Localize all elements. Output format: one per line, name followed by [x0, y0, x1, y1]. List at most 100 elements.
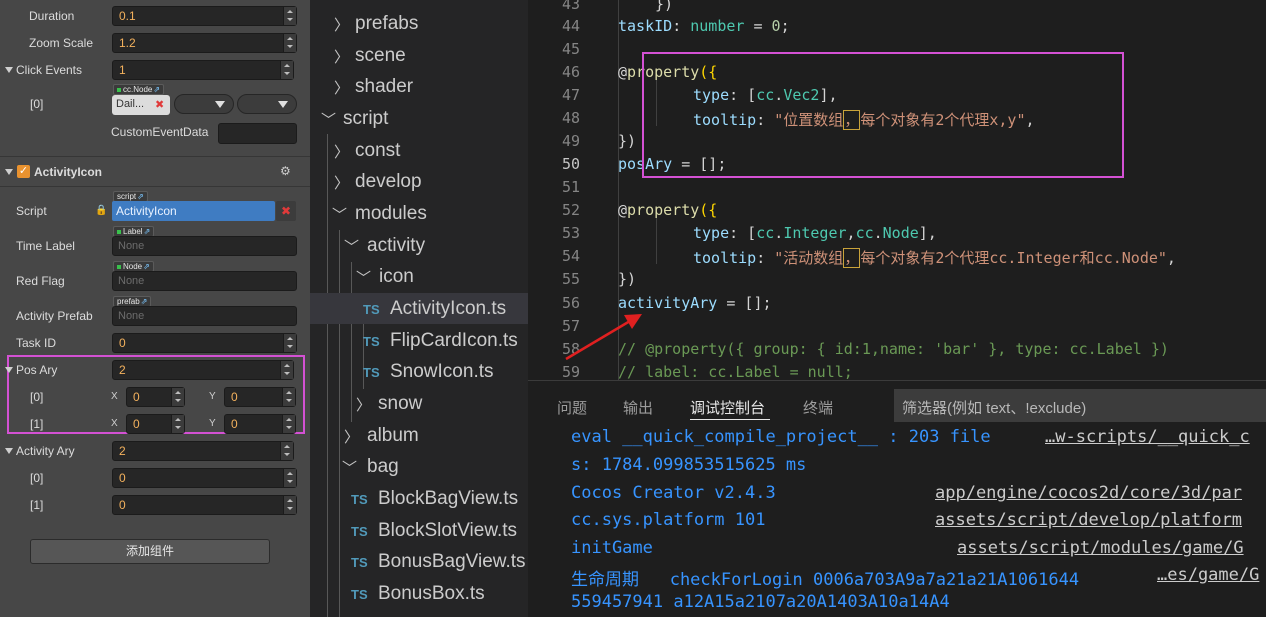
- tree-item-develop[interactable]: 〉 develop: [310, 166, 528, 197]
- pos-1-x-stepper[interactable]: [171, 415, 184, 433]
- pos-0-x-stepper[interactable]: [171, 388, 184, 406]
- time-label-field[interactable]: None: [112, 236, 297, 256]
- tree-item-scene[interactable]: 〉 scene: [310, 40, 528, 71]
- activity-ary-0-stepper[interactable]: [283, 469, 296, 487]
- tree-label: BonusBox.ts: [378, 583, 485, 604]
- tree-item-flipcardicon-ts[interactable]: TS FlipCardIcon.ts: [310, 325, 528, 356]
- indent-guide: [656, 218, 657, 264]
- pos-ary-stepper[interactable]: [280, 361, 293, 379]
- tree-item-prefabs[interactable]: 〉 prefabs: [310, 8, 528, 39]
- console-source-link[interactable]: …w-scripts/__quick_c: [1045, 427, 1250, 447]
- component-settings-gear-icon[interactable]: ⚙: [280, 164, 291, 178]
- red-flag-label: Red Flag: [16, 274, 65, 288]
- cc-node-tag-text: cc.Node: [123, 85, 153, 94]
- divider: [0, 186, 310, 187]
- console-source-link[interactable]: …es/game/G: [1157, 565, 1259, 585]
- tab-terminal[interactable]: 终端: [803, 397, 833, 418]
- pos-ary-expand-icon[interactable]: [5, 367, 13, 373]
- activity-prefab-placeholder: None: [118, 310, 145, 322]
- line-number: 55: [561, 270, 580, 288]
- console-source-link[interactable]: app/engine/cocos2d/core/3d/par: [935, 483, 1242, 503]
- tree-item-script[interactable]: ﹀ script: [310, 103, 528, 134]
- click-events-value: 1: [119, 63, 126, 77]
- remove-target-icon[interactable]: ✖: [155, 98, 164, 111]
- tree-item-icon[interactable]: ﹀ icon: [310, 261, 528, 292]
- annotation-highlight-box: [642, 52, 1124, 178]
- custom-event-data-input[interactable]: [218, 123, 297, 144]
- tree-item-shader[interactable]: 〉 shader: [310, 71, 528, 102]
- line-number: 48: [561, 109, 580, 127]
- tree-item-activityicon-ts[interactable]: TS ActivityIcon.ts: [310, 293, 528, 324]
- tree-item-bag[interactable]: ﹀ bag: [310, 451, 528, 482]
- zoom-scale-stepper[interactable]: [283, 34, 296, 52]
- tree-item-snowicon-ts[interactable]: TS SnowIcon.ts: [310, 356, 528, 387]
- tree-label: modules: [355, 203, 427, 224]
- tree-label: SnowIcon.ts: [390, 361, 494, 382]
- activity-ary-value: 2: [119, 444, 126, 458]
- activity-ary-expand-icon[interactable]: [5, 448, 13, 454]
- script-asset-field[interactable]: ActivityIcon: [112, 201, 275, 221]
- component-collapse-icon[interactable]: [5, 169, 13, 175]
- tree-item-activity[interactable]: ﹀ activity: [310, 230, 528, 261]
- tree-item-blockslotview-ts[interactable]: TS BlockSlotView.ts: [310, 515, 528, 546]
- prefab-tag-text: prefab: [117, 297, 140, 306]
- pos-1-y-input[interactable]: 0: [224, 414, 296, 434]
- component-dropdown[interactable]: [174, 94, 234, 114]
- bottom-panel: 问题 输出 调试控制台 终端 筛选器(例如 text、!exclude) eva…: [528, 380, 1266, 617]
- duration-stepper[interactable]: [283, 7, 296, 25]
- red-flag-field[interactable]: None: [112, 271, 297, 291]
- line-number: 51: [561, 178, 580, 196]
- tree-item-album[interactable]: 〉 album: [310, 420, 528, 451]
- pos-1-y-stepper[interactable]: [282, 415, 295, 433]
- tree-item-snow[interactable]: 〉 snow: [310, 388, 528, 419]
- handler-dropdown[interactable]: [237, 94, 297, 114]
- tree-item-bonusbox-ts[interactable]: TS BonusBox.ts: [310, 578, 528, 609]
- remove-script-button[interactable]: ✖: [276, 201, 296, 221]
- activity-ary-size-input[interactable]: 2: [112, 441, 294, 461]
- click-event-target-field[interactable]: Dail... ✖: [112, 95, 170, 115]
- console-line: eval __quick_compile_project__ : 203 fil…: [571, 427, 991, 447]
- task-id-stepper[interactable]: [283, 334, 296, 352]
- typescript-file-icon: TS: [351, 524, 368, 539]
- script-label: Script: [16, 204, 47, 218]
- console-source-link[interactable]: assets/script/modules/game/G: [957, 538, 1244, 558]
- component-enable-checkbox[interactable]: ✓: [17, 165, 30, 178]
- time-label-label: Time Label: [16, 239, 75, 253]
- click-events-expand-icon[interactable]: [5, 67, 13, 73]
- activity-ary-0-input[interactable]: 0: [112, 468, 297, 488]
- console-source-link[interactable]: assets/script/develop/platform: [935, 510, 1242, 530]
- line-number: 53: [561, 224, 580, 242]
- activity-prefab-field[interactable]: None: [112, 306, 297, 326]
- tree-item-modules[interactable]: ﹀ modules: [310, 198, 528, 229]
- activity-ary-1-input[interactable]: 0: [112, 495, 297, 515]
- zoom-scale-input[interactable]: 1.2: [112, 33, 297, 53]
- pos-0-x-input[interactable]: 0: [126, 387, 185, 407]
- tree-label: prefabs: [355, 13, 419, 34]
- code-editor[interactable]: 43 }) 44 taskID: number = 0; 45 46 @prop…: [528, 0, 1266, 380]
- click-events-stepper[interactable]: [280, 61, 293, 79]
- pos-ary-size-input[interactable]: 2: [112, 360, 294, 380]
- add-component-button[interactable]: 添加组件: [30, 539, 270, 564]
- task-id-input[interactable]: 0: [112, 333, 297, 353]
- activity-ary-1-stepper[interactable]: [283, 496, 296, 514]
- filter-placeholder: 筛选器(例如 text、!exclude): [902, 400, 1087, 417]
- time-label-placeholder: None: [118, 240, 145, 252]
- tree-item-const[interactable]: 〉 const: [310, 135, 528, 166]
- tab-output[interactable]: 输出: [623, 397, 653, 418]
- tab-problems[interactable]: 问题: [557, 397, 587, 418]
- console-filter-input[interactable]: 筛选器(例如 text、!exclude): [894, 389, 1266, 422]
- duration-input[interactable]: 0.1: [112, 6, 297, 26]
- activity-ary-stepper[interactable]: [280, 442, 293, 460]
- click-events-count-input[interactable]: 1: [112, 60, 294, 80]
- pos-0-y-stepper[interactable]: [282, 388, 295, 406]
- pos-1-x-input[interactable]: 0: [126, 414, 185, 434]
- tree-item-bonusbagview-ts[interactable]: TS BonusBagView.ts: [310, 546, 528, 577]
- tab-debug-console[interactable]: 调试控制台: [690, 397, 765, 418]
- console-line: s: 1784.099853515625 ms: [571, 455, 807, 475]
- node-tag-text: Node: [123, 262, 143, 271]
- tree-label: scene: [355, 45, 406, 66]
- pos-0-y-input[interactable]: 0: [224, 387, 296, 407]
- task-id-value: 0: [119, 336, 126, 350]
- tree-item-blockbagview-ts[interactable]: TS BlockBagView.ts: [310, 483, 528, 514]
- line-number: 46: [561, 63, 580, 81]
